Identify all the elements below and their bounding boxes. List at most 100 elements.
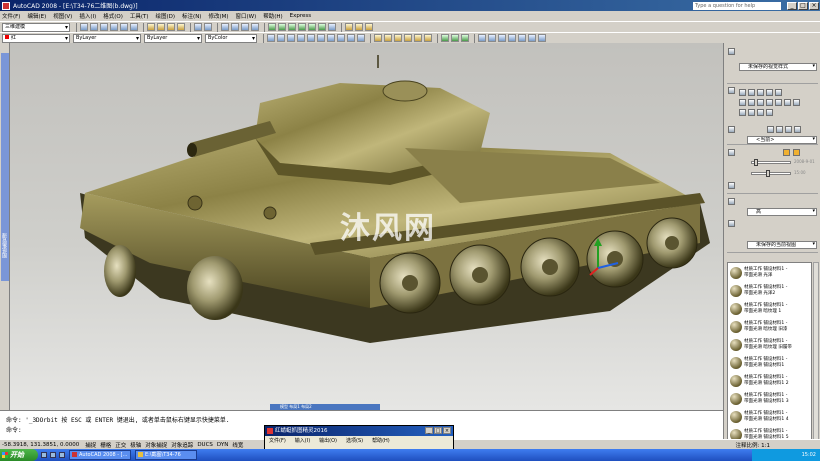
taskbar-item-autocad[interactable]: AutoCAD 2008 - [... [69, 450, 131, 460]
view-left-icon[interactable] [287, 34, 295, 42]
material-list-scrollbar[interactable] [813, 262, 819, 461]
open-icon[interactable] [90, 23, 98, 31]
annotation-scale[interactable]: 注释比例: 1:1 [736, 441, 770, 449]
sphere-icon[interactable] [748, 89, 755, 96]
visual-style-icon[interactable] [728, 48, 735, 55]
contrast-knob[interactable] [766, 170, 770, 177]
layer-previous-icon[interactable] [365, 23, 373, 31]
drawing-viewport[interactable]: 沐风网 [10, 43, 723, 410]
fly-icon[interactable] [424, 34, 432, 42]
orbit-icon[interactable] [374, 34, 382, 42]
material-item[interactable]: 材质工作 铺设材料1 - 带面光滑 光泽 [729, 265, 811, 283]
render-icon[interactable] [441, 34, 449, 42]
tray-clock[interactable]: 15:02 [802, 452, 816, 458]
redo-icon[interactable] [204, 23, 212, 31]
snap-toggle[interactable]: 捕捉 [85, 441, 96, 449]
minimize-button[interactable]: _ [787, 1, 797, 10]
torus-icon[interactable] [766, 89, 773, 96]
autocad-app-icon[interactable] [2, 1, 10, 10]
grid-toggle[interactable]: 栅格 [100, 441, 111, 449]
capture-menu-input[interactable]: 输入(I) [295, 437, 310, 444]
3d-move-icon[interactable] [748, 109, 755, 116]
view-front-icon[interactable] [307, 34, 315, 42]
help-icon[interactable] [328, 23, 336, 31]
polar-toggle[interactable]: 极轴 [130, 441, 141, 449]
ortho-toggle[interactable]: 正交 [115, 441, 126, 449]
ucs-world-icon[interactable] [488, 34, 496, 42]
intersect-icon[interactable] [793, 99, 800, 106]
cone-icon[interactable] [739, 89, 746, 96]
material-item[interactable]: 材质工作 铺设材料1 - 带面光滑 暗纹理 旧漆 [729, 319, 811, 337]
brightness-slider[interactable] [751, 159, 791, 166]
zoom-previous-icon[interactable] [251, 23, 259, 31]
loft-icon[interactable] [766, 99, 773, 106]
render-panel-icon[interactable] [728, 198, 735, 205]
menu-window[interactable]: 窗口(W) [236, 12, 257, 20]
markup-icon[interactable] [308, 23, 316, 31]
layer-icon[interactable] [345, 23, 353, 31]
material-item[interactable]: 材质工作 铺设材料1 - 带面光滑 铺设材料1 4 [729, 409, 811, 427]
cylinder-icon[interactable] [757, 89, 764, 96]
material-item[interactable]: 材质工作 铺设材料1 - 带面光滑 铺设材料1 3 [729, 391, 811, 409]
shadow-icon[interactable] [728, 182, 735, 189]
publish-icon[interactable] [130, 23, 138, 31]
linetype-combo[interactable]: ByLayer [73, 33, 141, 43]
view-se-iso-icon[interactable] [337, 34, 345, 42]
view-sw-iso-icon[interactable] [327, 34, 335, 42]
contrast-slider[interactable] [751, 170, 791, 177]
view-nw-iso-icon[interactable] [357, 34, 365, 42]
close-button[interactable]: × [809, 1, 819, 10]
zoom-window-icon[interactable] [241, 23, 249, 31]
ucs-origin-icon[interactable] [538, 34, 546, 42]
capture-close-button[interactable]: × [443, 427, 451, 434]
sweep-icon[interactable] [757, 99, 764, 106]
tool-palettes-icon[interactable] [288, 23, 296, 31]
menu-modify[interactable]: 修改(M) [208, 12, 228, 20]
view-top-icon[interactable] [267, 34, 275, 42]
start-button[interactable]: 开始 [0, 449, 38, 461]
extrude-icon[interactable] [739, 99, 746, 106]
lineweight-combo[interactable]: ByLayer [144, 33, 202, 43]
capture-maximize-button[interactable]: □ [434, 427, 442, 434]
lights-icon[interactable] [461, 34, 469, 42]
box-icon[interactable] [728, 87, 735, 94]
menu-format[interactable]: 格式(O) [103, 12, 123, 20]
help-search-input[interactable]: Type a question for help [693, 1, 781, 10]
render-preset-combo[interactable]: 高 [747, 208, 817, 216]
sun-icon[interactable] [783, 149, 790, 156]
capture-menu-help[interactable]: 帮助(H) [372, 437, 390, 444]
quickcalc-icon[interactable] [318, 23, 326, 31]
revolve-icon[interactable] [748, 99, 755, 106]
material-item[interactable]: 材质工作 铺设材料1 - 带面光滑 暗纹理 旧履带 [729, 337, 811, 355]
dyn-toggle[interactable]: DYN [217, 442, 228, 448]
wedge-icon[interactable] [775, 89, 782, 96]
material-remove-icon[interactable] [794, 126, 801, 133]
paste-icon[interactable] [167, 23, 175, 31]
otrack-toggle[interactable]: 对象追踪 [171, 441, 193, 449]
save-icon[interactable] [100, 23, 108, 31]
materials-icon[interactable] [451, 34, 459, 42]
menu-dimension[interactable]: 标注(N) [182, 12, 201, 20]
material-item[interactable]: 材质工作 铺设材料1 - 带面光滑 铺设材料1 2 [729, 373, 811, 391]
copy-icon[interactable] [157, 23, 165, 31]
view-back-icon[interactable] [317, 34, 325, 42]
zoom-realtime-icon[interactable] [231, 23, 239, 31]
layer-state-icon[interactable] [355, 23, 363, 31]
free-orbit-icon[interactable] [384, 34, 392, 42]
material-item[interactable]: 材质工作 铺设材料1 - 带面光滑 光泽2 [729, 283, 811, 301]
cut-icon[interactable] [147, 23, 155, 31]
3d-rotate-icon[interactable] [757, 109, 764, 116]
capture-menu-options[interactable]: 选项(S) [346, 437, 363, 444]
match-properties-icon[interactable] [177, 23, 185, 31]
plotstyle-combo[interactable]: ByColor [205, 33, 257, 43]
plot-icon[interactable] [110, 23, 118, 31]
view-bottom-icon[interactable] [277, 34, 285, 42]
quicklaunch-media-icon[interactable] [59, 452, 65, 458]
menu-file[interactable]: 文件(F) [2, 12, 20, 20]
taskbar-item-folder[interactable]: E:\截图\T34-76 [135, 450, 197, 460]
union-icon[interactable] [775, 99, 782, 106]
menu-help[interactable]: 帮助(H) [263, 12, 282, 20]
menu-insert[interactable]: 插入(I) [79, 12, 96, 20]
ucs-view-icon[interactable] [528, 34, 536, 42]
material-item[interactable]: 材质工作 铺设材料1 - 带面光滑 暗纹理 1 [729, 301, 811, 319]
